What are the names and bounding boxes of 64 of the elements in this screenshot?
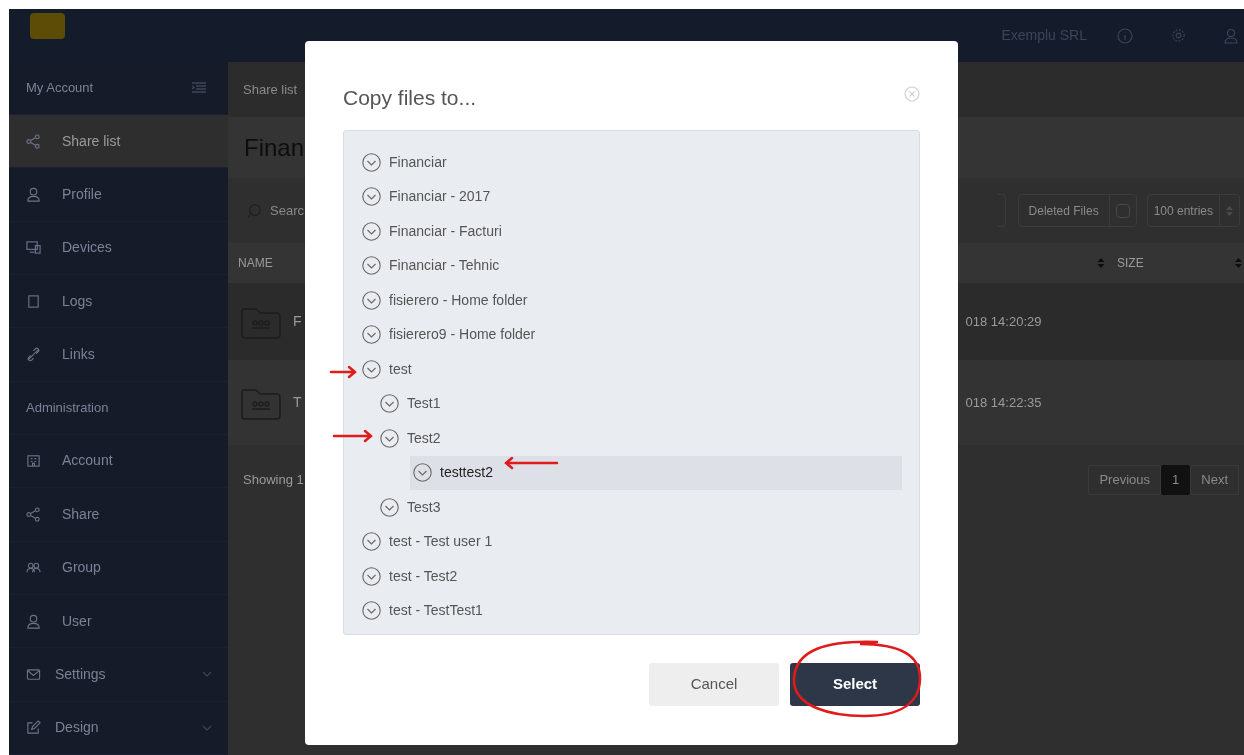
tree-item[interactable]: fisierero - Home folder (362, 283, 902, 318)
page-button[interactable]: Previous (1088, 465, 1162, 495)
chevron-circle-icon[interactable] (362, 566, 381, 586)
column-header[interactable]: NAME (238, 254, 273, 272)
envelope-icon (26, 667, 41, 682)
chevron-circle-icon[interactable] (362, 325, 381, 345)
chevron-circle-icon[interactable] (362, 359, 381, 379)
table-cell-text: 018 14:20:29 (965, 312, 1042, 331)
chevron-circle-icon[interactable] (362, 532, 381, 552)
tree-item[interactable]: Financiar (362, 145, 902, 180)
chevron-circle-icon[interactable] (362, 221, 381, 241)
section-title: Administration (26, 399, 109, 418)
user-icon (26, 186, 41, 202)
tree-item[interactable]: test - Test2 (362, 559, 902, 594)
sidebar-item[interactable]: Share list (9, 114, 228, 169)
square-icon (26, 293, 41, 309)
tree-item[interactable]: test - Test user 1 (362, 524, 902, 559)
annotation-arrow (332, 428, 374, 444)
table-info: Showing 1 (243, 471, 304, 490)
tree-item[interactable]: Financiar - Facturi (362, 214, 902, 249)
checkbox[interactable] (1115, 203, 1130, 218)
select-button[interactable]: Select (790, 663, 920, 706)
search-field[interactable]: Searc (246, 200, 304, 221)
tree-item[interactable]: Financiar - Tehnic (362, 248, 902, 283)
chevron-circle-icon[interactable] (413, 463, 432, 483)
entries-select[interactable]: 100 entries (1146, 194, 1240, 227)
user-icon (26, 613, 41, 629)
chevron-circle-icon[interactable] (380, 394, 399, 414)
column-header[interactable]: SIZE (1117, 254, 1235, 272)
tree-item[interactable]: Test1 (380, 386, 902, 421)
devices-icon (26, 240, 41, 256)
section-title: My Account (26, 79, 94, 98)
deleted-files-toggle[interactable]: Deleted Files (1017, 194, 1137, 227)
pencil-icon (26, 720, 41, 736)
cancel-button[interactable]: Cancel (649, 663, 779, 706)
tree-item[interactable]: Test3 (380, 490, 902, 525)
chevron-circle-icon[interactable] (380, 497, 399, 517)
share-icon (26, 506, 41, 522)
share-icon (26, 133, 41, 149)
tree-item[interactable]: testtest2 (410, 455, 902, 490)
table-cell-text: 018 14:22:35 (965, 393, 1042, 412)
building-icon (26, 453, 41, 469)
chevron-circle-icon[interactable] (362, 256, 381, 276)
sort-icon (1226, 205, 1233, 216)
file-name[interactable]: F (293, 311, 302, 332)
chevron-circle-icon[interactable] (362, 187, 381, 207)
chevron-circle-icon[interactable] (362, 152, 381, 172)
tree-item[interactable]: test - TestTest1 (362, 593, 902, 628)
annotation-arrow (503, 455, 559, 471)
chevron-circle-icon[interactable] (362, 601, 381, 621)
chevron-circle-icon[interactable] (380, 428, 399, 448)
tree-item[interactable]: test (362, 352, 902, 387)
tree-item[interactable]: fisierero9 - Home folder (362, 317, 902, 352)
breadcrumb-link[interactable]: Share list (243, 79, 298, 100)
page-button[interactable]: 1 (1161, 465, 1191, 495)
logo-icon (30, 12, 65, 39)
dialog-title: Copy files to... (343, 85, 477, 112)
tree-item[interactable]: Test2 (380, 421, 902, 456)
tree-item[interactable]: Financiar - 2017 (362, 179, 902, 214)
page-button[interactable]: Next (1190, 465, 1239, 495)
link-icon (26, 347, 41, 363)
chevron-circle-icon[interactable] (362, 290, 381, 310)
file-name[interactable]: T (293, 392, 302, 413)
annotation-arrow (329, 364, 358, 380)
